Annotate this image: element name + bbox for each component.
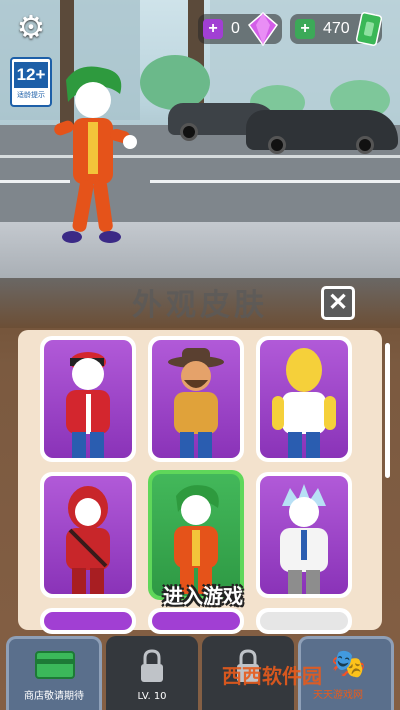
gem-count: 0 [231,20,240,37]
gem-counter: + 0 [198,12,282,46]
skin-card-red-hood[interactable] [40,472,136,598]
age-rating-value: 12+ [14,62,48,88]
enter-game-label[interactable]: 进入游戏 [148,580,258,609]
scrollbar[interactable] [385,343,390,478]
joker-skin-figure [174,485,219,594]
scientist-skin-figure [280,484,328,594]
cash-counter: + 470 [290,12,382,46]
skin-card-row3-2[interactable] [148,608,244,634]
padlock-icon [141,649,163,682]
car-wheel [268,136,286,154]
credit-card-icon [35,651,75,679]
age-rating-badge: 12+ 适龄提示 [10,57,52,107]
yellow-hair-skin-figure [272,348,336,458]
skin-card-row3-3[interactable] [256,608,352,634]
gem-icon [247,12,278,46]
settings-gear-icon[interactable]: ⚙ [14,10,48,44]
skin-card-scientist[interactable] [256,472,352,598]
cowboy-hat-skin-figure [168,348,224,458]
cash-count: 470 [323,20,350,37]
player-character-joker [54,66,137,243]
nav-shop-label: 商店敬请期待 [24,691,84,702]
watermark-site: 天天游戏网 [313,690,363,701]
watermark-brand: 西西软件园 [222,664,322,688]
red-hood-skin-figure [66,486,110,594]
age-rating-label: 适龄提示 [17,91,45,99]
lane-line [150,180,400,183]
theater-masks-icon: 🎭 [331,647,366,680]
skin-card-row3-1[interactable] [40,608,136,634]
close-button[interactable]: ✕ [321,286,355,320]
car-wheel [180,123,198,141]
add-cash-button[interactable]: + [295,19,315,39]
add-gems-button[interactable]: + [203,19,223,39]
nav-shop-button[interactable]: 商店敬请期待 [6,636,102,710]
tree [140,55,210,110]
nav-level-label: LV. 10 [137,691,167,702]
red-cap-skin-figure [66,352,110,458]
skin-card-yellow-hair[interactable] [256,336,352,462]
skin-card-red-cap[interactable] [40,336,136,462]
nav-locked-level-button[interactable]: LV. 10 [106,636,198,710]
cash-icon [355,12,382,46]
game-scene [0,0,400,300]
parked-car [246,110,398,154]
skin-card-cowboy[interactable] [148,336,244,462]
car-wheel [356,136,374,154]
